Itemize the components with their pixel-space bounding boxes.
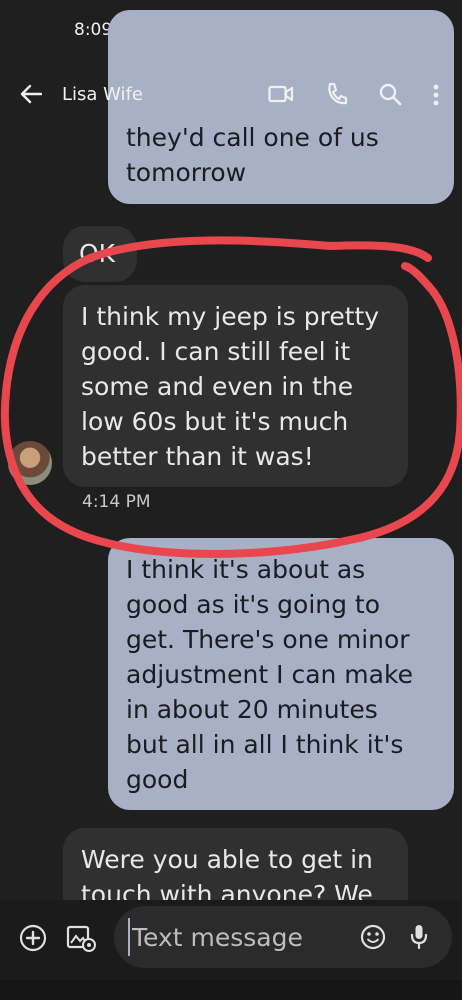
- emoji-icon[interactable]: [360, 924, 386, 950]
- message-bubble-outgoing[interactable]: I think it's about as good as it's going…: [108, 538, 454, 810]
- message-line: Were you able to get in: [81, 845, 373, 874]
- message-line: adjustment I can make: [126, 660, 413, 689]
- message-line: I think my jeep is pretty: [81, 302, 380, 331]
- message-line: I think it's about as: [126, 555, 366, 584]
- navigation-bar: [0, 980, 462, 1000]
- back-arrow-icon[interactable]: [20, 84, 42, 104]
- message-line: better than it was!: [81, 442, 314, 471]
- message-input-container: [114, 906, 452, 968]
- message-line: good: [126, 765, 189, 794]
- message-line: get. There's one minor: [126, 625, 410, 654]
- status-time: 8:09: [74, 20, 113, 40]
- microphone-icon[interactable]: [410, 923, 428, 951]
- video-call-icon[interactable]: [268, 84, 294, 104]
- message-line: low 60s but it's much: [81, 407, 349, 436]
- message-input[interactable]: [130, 916, 354, 958]
- message-bubble-incoming[interactable]: OK: [63, 226, 137, 282]
- contact-name[interactable]: Lisa Wife: [62, 84, 143, 105]
- message-line: in about 20 minutes: [126, 695, 378, 724]
- more-options-icon[interactable]: [433, 84, 439, 106]
- message-bubble-incoming[interactable]: I think my jeep is pretty good. I can st…: [63, 285, 408, 487]
- message-line: tomorrow: [126, 158, 247, 187]
- gallery-icon[interactable]: [66, 924, 96, 952]
- message-text: OK: [79, 239, 116, 268]
- phone-call-icon[interactable]: [326, 82, 348, 106]
- message-line: some and even in the: [81, 372, 354, 401]
- message-line: good. I can still feel it: [81, 337, 351, 366]
- compose-bar: [0, 900, 462, 980]
- avatar[interactable]: [8, 441, 52, 485]
- search-icon[interactable]: [378, 82, 402, 106]
- message-line: but all in all I think it's: [126, 730, 404, 759]
- message-timestamp: 4:14 PM: [82, 492, 151, 512]
- add-circle-icon[interactable]: [19, 924, 47, 952]
- message-line: good as it's going to: [126, 590, 381, 619]
- app-bar: Lisa Wife: [0, 62, 462, 126]
